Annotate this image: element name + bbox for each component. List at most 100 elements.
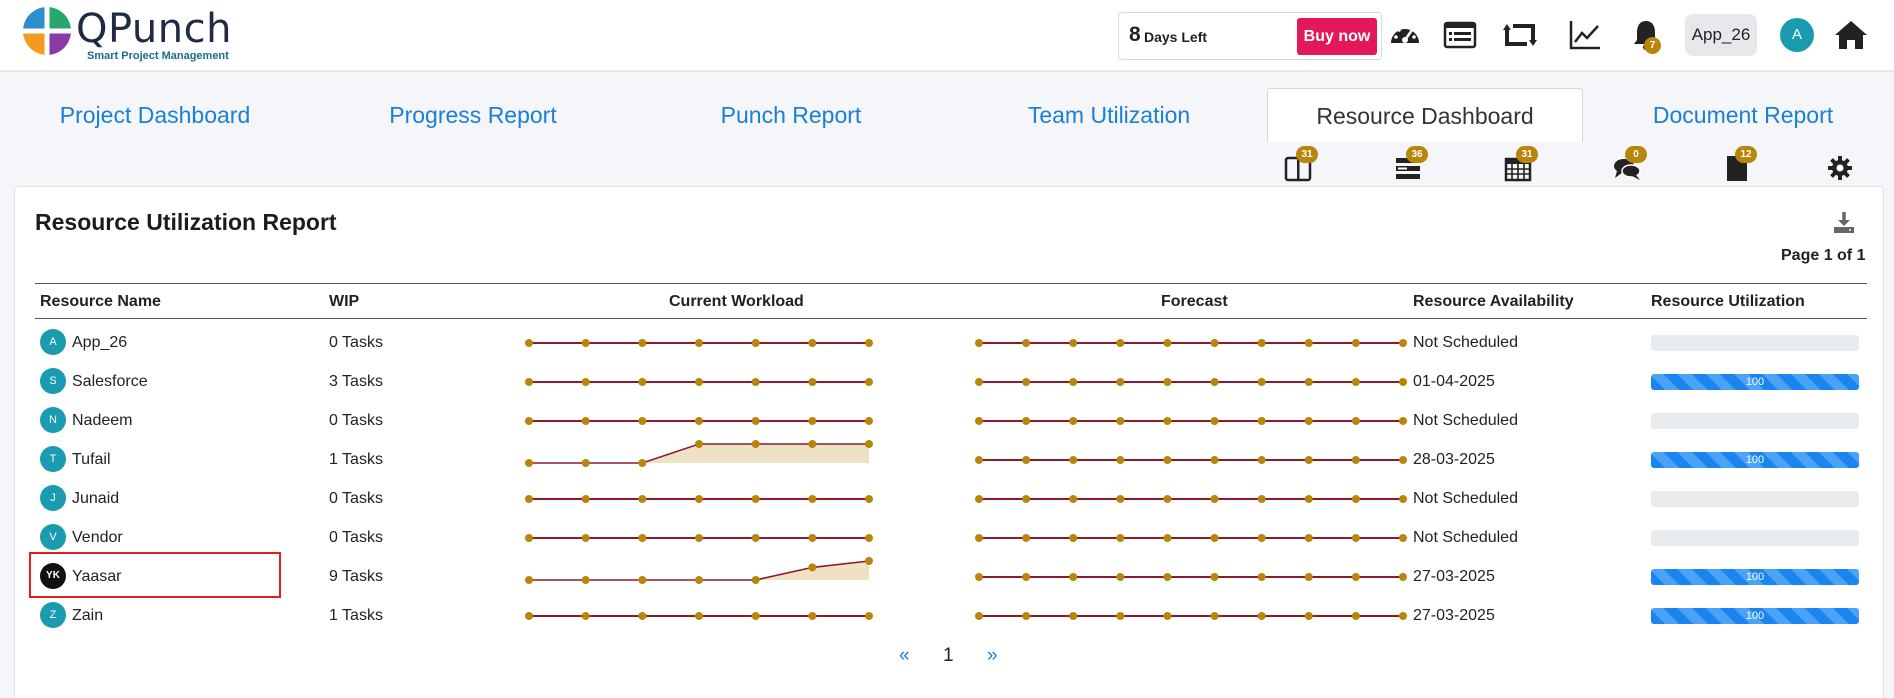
- utilization-bar: [1651, 491, 1859, 507]
- forecast-sparkline: [975, 612, 1407, 620]
- calendar-icon[interactable]: 31: [1502, 146, 1538, 184]
- forecast-sparkline-point: [975, 495, 983, 503]
- resource-name[interactable]: App_26: [72, 334, 127, 352]
- comments-badge: 0: [1625, 146, 1647, 163]
- col-resource-name[interactable]: Resource Name: [40, 293, 161, 311]
- forecast-sparkline-point: [975, 456, 983, 464]
- workload-sparkline-point: [808, 378, 817, 386]
- pagination-next[interactable]: »: [987, 645, 998, 667]
- resource-name[interactable]: Zain: [72, 607, 103, 625]
- workload-sparkline-point: [525, 459, 533, 467]
- table-row[interactable]: Z Zain 1 Tasks 27-03-2025 100: [35, 595, 1867, 634]
- resource-avatar: V: [40, 524, 66, 550]
- forecast-sparkline-point: [1069, 456, 1078, 464]
- utilization-fill: 100: [1651, 452, 1859, 468]
- forecast-sparkline-point: [975, 612, 983, 620]
- tab-punch-report[interactable]: Punch Report: [636, 88, 946, 142]
- table-row[interactable]: J Junaid 0 Tasks Not Scheduled: [35, 478, 1867, 517]
- comments-icon[interactable]: 0: [1611, 146, 1647, 184]
- list-icon[interactable]: [1441, 16, 1479, 54]
- col-current-workload[interactable]: Current Workload: [669, 293, 804, 311]
- buy-now-button[interactable]: Buy now: [1297, 18, 1377, 55]
- forecast-sparkline-point: [1022, 378, 1031, 386]
- resource-name[interactable]: Tufail: [72, 451, 111, 469]
- workload-sparkline-point: [581, 378, 590, 386]
- forecast-sparkline-point: [1304, 417, 1313, 425]
- chart-line-icon[interactable]: [1566, 16, 1604, 54]
- workload-sparkline-point: [695, 495, 703, 503]
- dashboard-icon[interactable]: [1386, 16, 1424, 54]
- workload-sparkline-point: [695, 534, 703, 542]
- qpunch-logo[interactable]: QPunch Smart Project Management: [22, 6, 252, 66]
- workload-sparkline-point: [695, 612, 703, 620]
- logo-text: QPunch: [76, 6, 232, 52]
- forecast-sparkline-point: [1351, 417, 1360, 425]
- tab-resource-dashboard[interactable]: Resource Dashboard: [1267, 88, 1583, 142]
- tasks-icon[interactable]: 36: [1392, 146, 1428, 184]
- tab-document-report[interactable]: Document Report: [1588, 88, 1894, 142]
- workload-sparkline-point: [865, 440, 873, 448]
- workload-sparkline-point: [581, 417, 590, 425]
- forecast-sparkline-point: [1069, 378, 1078, 386]
- utilization-fill: 100: [1651, 569, 1859, 585]
- pagination-prev[interactable]: «: [899, 645, 910, 667]
- workload-sparkline-point: [751, 576, 760, 584]
- col-resource-availability[interactable]: Resource Availability: [1413, 293, 1574, 311]
- forecast-sparkline-point: [1163, 534, 1172, 542]
- workload-sparkline-point: [751, 612, 760, 620]
- col-resource-utilization[interactable]: Resource Utilization: [1651, 293, 1805, 311]
- table-row[interactable]: A App_26 0 Tasks Not Scheduled: [35, 322, 1867, 361]
- workload-sparkline-point: [638, 459, 647, 467]
- calendar-badge: 31: [1516, 146, 1538, 163]
- columns-icon[interactable]: 31: [1282, 146, 1318, 184]
- table-row[interactable]: T Tufail 1 Tasks 28-03-2025 100: [35, 439, 1867, 478]
- col-forecast[interactable]: Forecast: [1161, 293, 1228, 311]
- tab-project-dashboard[interactable]: Project Dashboard: [0, 88, 310, 142]
- forecast-sparkline-point: [1210, 573, 1219, 581]
- table-row[interactable]: YK Yaasar 9 Tasks 27-03-2025 100: [35, 556, 1867, 595]
- workload-sparkline-point: [695, 417, 703, 425]
- workload-sparkline-point: [581, 576, 590, 584]
- workload-sparkline-point: [808, 417, 817, 425]
- gear-icon[interactable]: [1824, 150, 1858, 184]
- forecast-sparkline: [975, 534, 1407, 542]
- workload-sparkline-point: [808, 534, 817, 542]
- forecast-sparkline-point: [1116, 495, 1125, 503]
- workload-sparkline-point: [525, 417, 533, 425]
- forecast-sparkline-point: [975, 534, 983, 542]
- tab-progress-report[interactable]: Progress Report: [318, 88, 628, 142]
- availability-date: Not Scheduled: [1413, 490, 1518, 507]
- workload-sparkline-point: [808, 612, 817, 620]
- pagination-current[interactable]: 1: [943, 645, 954, 667]
- forecast-sparkline-point: [1210, 417, 1219, 425]
- resource-name[interactable]: Vendor: [72, 529, 123, 547]
- forecast-sparkline-point: [1069, 534, 1078, 542]
- table-row[interactable]: V Vendor 0 Tasks Not Scheduled: [35, 517, 1867, 556]
- top-bar: QPunch Smart Project Management 8 Days L…: [0, 0, 1894, 72]
- user-menu-button[interactable]: App_26: [1685, 14, 1757, 56]
- table-row[interactable]: N Nadeem 0 Tasks Not Scheduled: [35, 400, 1867, 439]
- tab-team-utilization[interactable]: Team Utilization: [954, 88, 1264, 142]
- trial-label: Days Left: [1144, 29, 1208, 45]
- resource-name[interactable]: Salesforce: [72, 373, 148, 391]
- workload-sparkline-point: [525, 339, 533, 347]
- forecast-sparkline-point: [1163, 417, 1172, 425]
- home-icon[interactable]: [1832, 16, 1870, 54]
- columns-badge: 31: [1296, 146, 1318, 163]
- download-icon[interactable]: [1831, 209, 1857, 235]
- retweet-icon[interactable]: [1501, 16, 1539, 54]
- forecast-sparkline-point: [1399, 612, 1407, 620]
- resource-name[interactable]: Junaid: [72, 490, 119, 508]
- forecast-sparkline-point: [1351, 339, 1360, 347]
- forecast-sparkline-point: [1399, 339, 1407, 347]
- file-icon[interactable]: 12: [1721, 146, 1757, 184]
- col-wip[interactable]: WIP: [329, 293, 359, 311]
- forecast-sparkline: [975, 417, 1407, 425]
- workload-sparkline-point: [751, 339, 760, 347]
- forecast-sparkline-point: [1304, 495, 1313, 503]
- user-avatar[interactable]: A: [1780, 18, 1814, 52]
- table-row[interactable]: S Salesforce 3 Tasks 01-04-2025 100: [35, 361, 1867, 400]
- workload-sparkline: [525, 557, 873, 584]
- resource-name[interactable]: Nadeem: [72, 412, 132, 430]
- file-badge: 12: [1735, 146, 1757, 163]
